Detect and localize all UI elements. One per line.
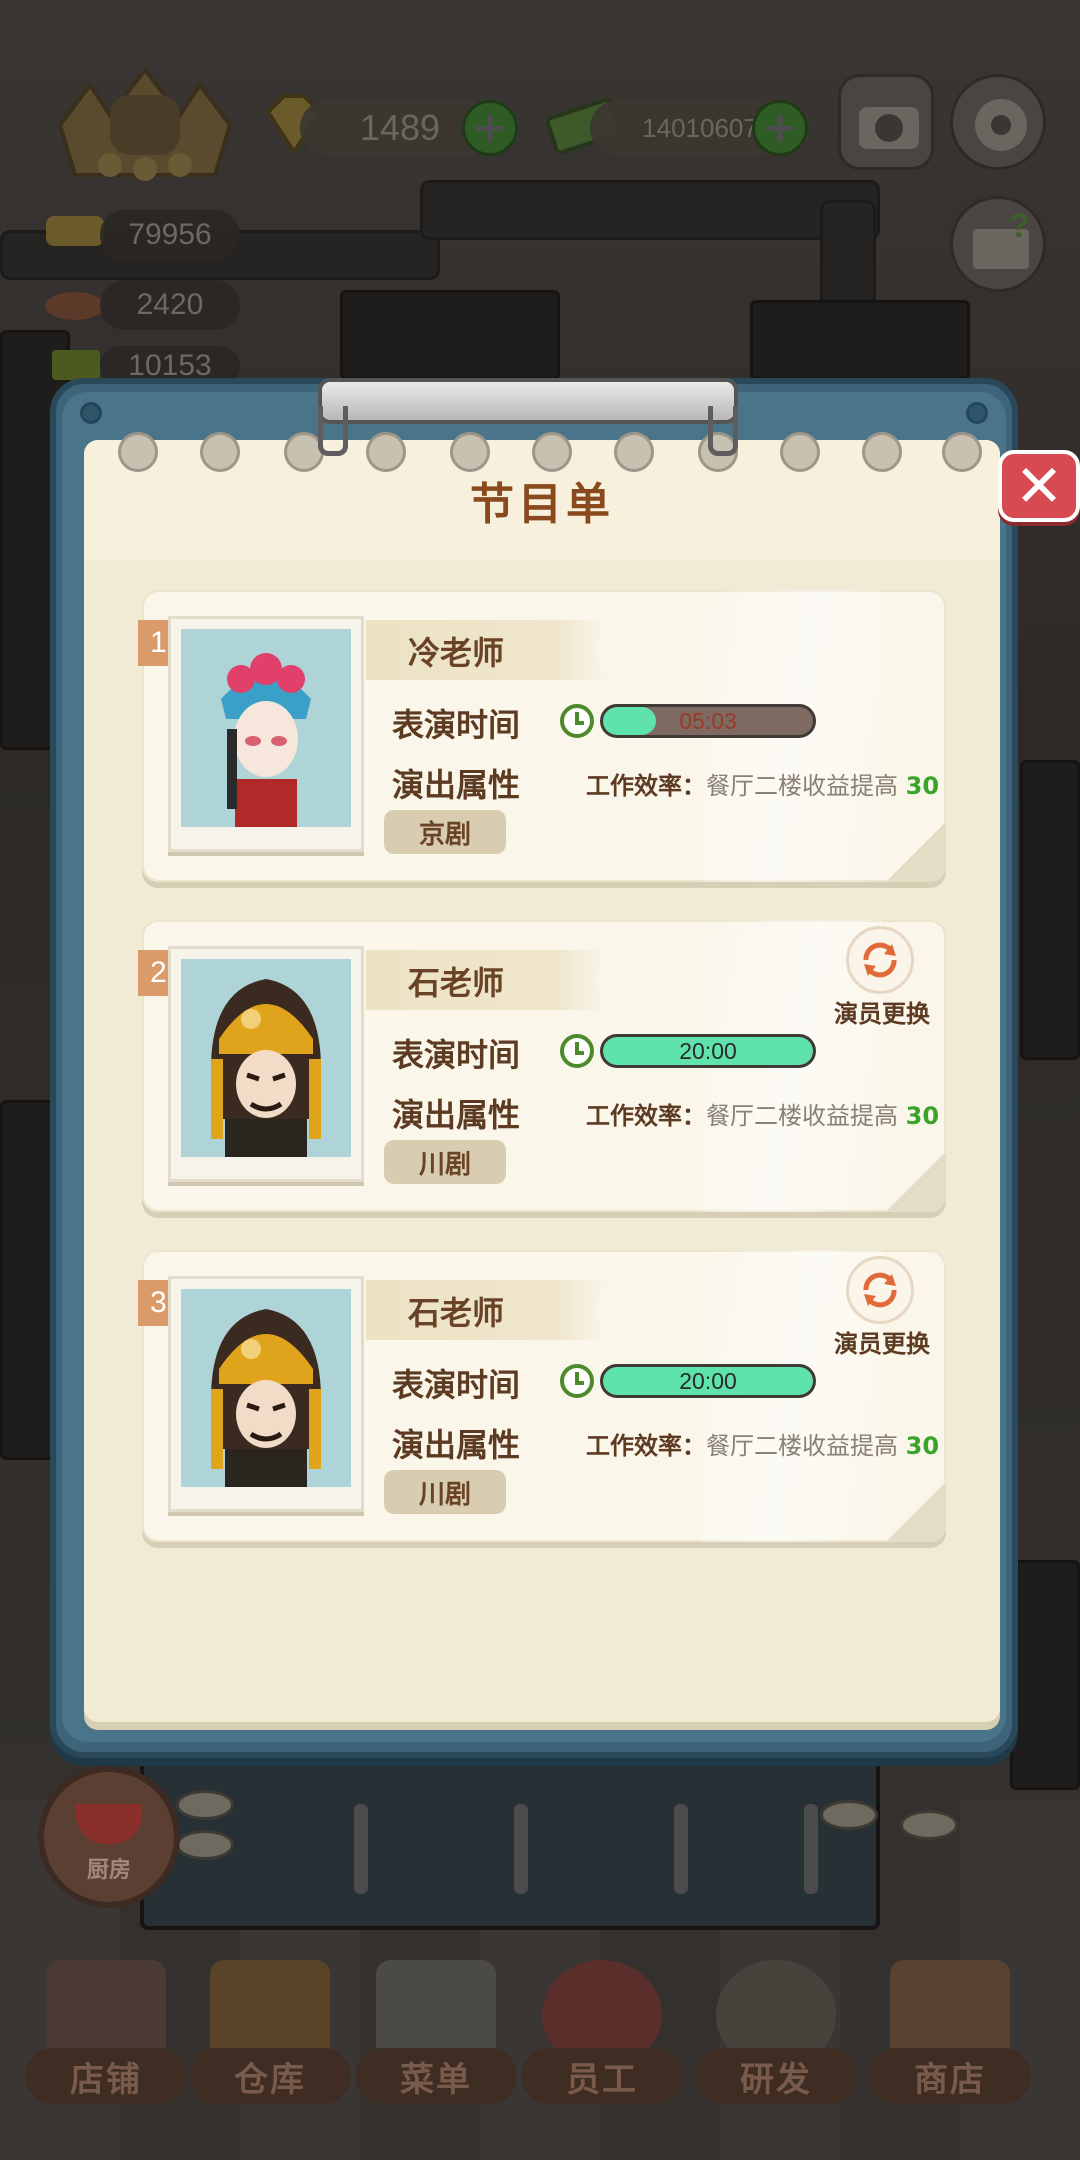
pipe [420, 180, 880, 240]
stat-value-2: 2420 [100, 280, 240, 330]
performance-timer-bar: 20:00 [600, 1034, 816, 1068]
efficiency-value: 30 [905, 1432, 940, 1460]
performer-portrait[interactable] [168, 1276, 364, 1512]
refresh-icon [863, 942, 897, 978]
plate [820, 1800, 878, 1830]
gear-icon [975, 99, 1027, 151]
performance-time-label: 表演时间 [392, 706, 521, 744]
clock-icon [560, 1364, 594, 1398]
paper-ring-hole [366, 432, 406, 472]
pot-icon [76, 1804, 142, 1844]
efficiency-desc: 餐厅二楼收益提高 [706, 1102, 898, 1130]
performance-attr-label: 演出属性 [392, 1426, 521, 1464]
paper-ring-hole [532, 432, 572, 472]
svg-text:?: ? [1009, 207, 1030, 245]
paper-ring-hole [614, 432, 654, 472]
performance-attr-label: 演出属性 [392, 1096, 521, 1134]
swap-performer-label[interactable]: 演员更换 [826, 1324, 938, 1359]
opera-genre-tag: 川剧 [384, 1140, 506, 1184]
efficiency-effect: 工作效率：餐厅二楼收益提高 30 [586, 1096, 946, 1131]
performance-attr-label: 演出属性 [392, 766, 521, 804]
clock-icon [560, 704, 594, 738]
nav-label: 菜单 [356, 2048, 516, 2104]
efficiency-desc: 餐厅二楼收益提高 [706, 772, 898, 800]
timer-value: 05:03 [679, 707, 737, 734]
clock-icon [560, 1034, 594, 1068]
efficiency-desc: 餐厅二楼收益提高 [706, 1432, 898, 1460]
close-button[interactable]: ✕ [998, 450, 1080, 522]
nav-shop-building[interactable]: 店铺 [26, 1960, 186, 2110]
timer-value: 20:00 [679, 1367, 737, 1394]
performance-time-label: 表演时间 [392, 1036, 521, 1074]
shelf [1010, 1560, 1080, 1790]
plate [176, 1830, 234, 1860]
nav-label: 仓库 [190, 2048, 350, 2104]
nav-warehouse[interactable]: 仓库 [190, 1960, 350, 2110]
paper-ring-hole [118, 432, 158, 472]
swap-performer-button[interactable] [846, 926, 914, 994]
camera-icon [859, 107, 919, 149]
nav-label: 商店 [870, 2048, 1030, 2104]
performer-name: 石老师 [408, 1294, 505, 1332]
camera-button[interactable] [838, 74, 934, 170]
nav-label: 研发 [696, 2048, 856, 2104]
add-gems-button[interactable]: + [462, 100, 518, 156]
performer-name: 冷老师 [408, 634, 505, 672]
board-screw [966, 402, 988, 424]
opera-genre-tag: 京剧 [384, 810, 506, 854]
nav-staff[interactable]: 员工 [522, 1960, 682, 2110]
paper-ring-hole [200, 432, 240, 472]
kitchen-button[interactable]: 厨房 [38, 1766, 180, 1908]
help-book-icon: ? [973, 207, 1030, 269]
performance-time-label: 表演时间 [392, 1366, 521, 1404]
help-book-button[interactable]: ? [950, 196, 1046, 292]
pipe [820, 200, 876, 310]
efficiency-value: 30 [905, 1102, 940, 1130]
nav-store[interactable]: 商店 [870, 1960, 1030, 2110]
timer-value: 20:00 [679, 1037, 737, 1064]
nav-research[interactable]: 研发 [696, 1960, 856, 2110]
paper-ring-hole [942, 432, 982, 472]
nav-label: 店铺 [26, 2048, 186, 2104]
plate [176, 1790, 234, 1820]
sichuan-opera-actor-icon [211, 979, 321, 1157]
paper-ring-hole [862, 432, 902, 472]
board-clip [318, 378, 738, 456]
paper-ring-hole [450, 432, 490, 472]
refresh-icon [863, 1272, 897, 1308]
efficiency-label: 工作效率： [586, 1432, 706, 1460]
performer-name: 石老师 [408, 964, 505, 1002]
efficiency-label: 工作效率： [586, 1102, 706, 1130]
shelf [1020, 760, 1080, 1060]
paper-ring-hole [780, 432, 820, 472]
efficiency-value: 30 [905, 772, 940, 800]
kitchen-label: 厨房 [86, 1858, 131, 1883]
add-cash-button[interactable]: + [752, 100, 808, 156]
peking-opera-actress-icon [221, 653, 311, 827]
performer-portrait[interactable] [168, 616, 364, 852]
opera-genre-tag: 川剧 [384, 1470, 506, 1514]
efficiency-effect: 工作效率：餐厅二楼收益提高 30 [586, 766, 946, 801]
sink-counter [140, 1760, 880, 1930]
performance-timer-bar: 05:03 [600, 704, 816, 738]
sichuan-opera-actor-icon [211, 1309, 321, 1487]
stat-value-1: 79956 [100, 210, 240, 260]
swap-performer-label[interactable]: 演员更换 [826, 994, 938, 1029]
nav-menu[interactable]: 菜单 [356, 1960, 516, 2110]
board-screw [80, 402, 102, 424]
plate [900, 1810, 958, 1840]
performer-portrait[interactable] [168, 946, 364, 1182]
modal-title: 节目单 [470, 479, 614, 530]
swap-performer-button[interactable] [846, 1256, 914, 1324]
settings-button[interactable] [950, 74, 1046, 170]
vent-hood [340, 290, 560, 380]
chef-rank-badge[interactable] [50, 65, 240, 195]
efficiency-effect: 工作效率：餐厅二楼收益提高 30 [586, 1426, 946, 1461]
nav-label: 员工 [522, 2048, 682, 2104]
efficiency-label: 工作效率： [586, 772, 706, 800]
vent-hood [750, 300, 970, 380]
performance-timer-bar: 20:00 [600, 1364, 816, 1398]
